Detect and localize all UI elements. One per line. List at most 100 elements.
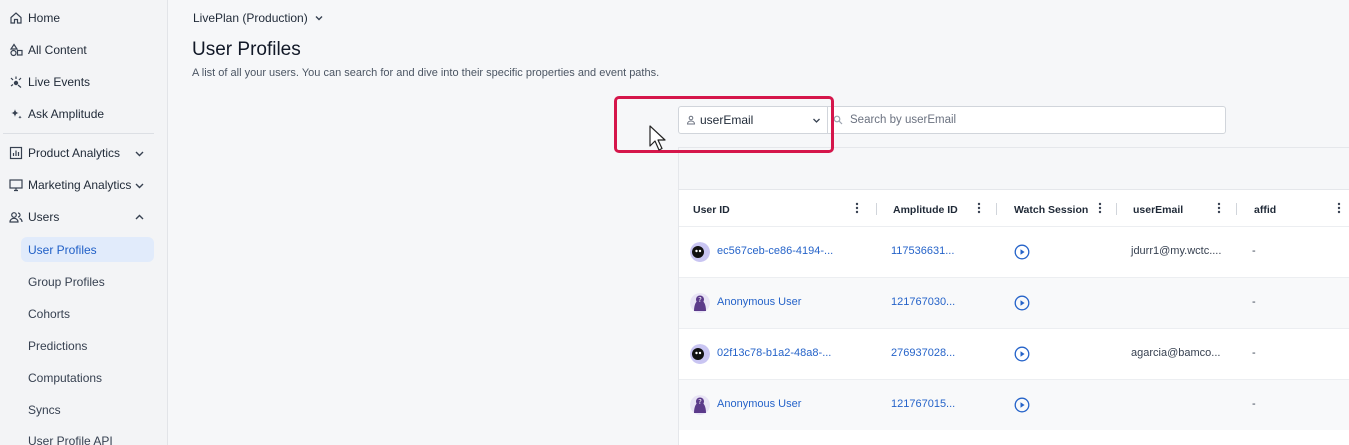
sidebar-item-label: Syncs <box>28 403 61 417</box>
column-header-useremail[interactable]: userEmail <box>1117 190 1237 226</box>
home-icon <box>10 12 22 24</box>
sidebar-item-label: User Profiles <box>28 243 97 257</box>
sidebar: Home All Content Live Events Ask Amplitu… <box>0 0 168 445</box>
chevron-up-icon <box>135 214 144 220</box>
sidebar-item-label: Cohorts <box>28 307 71 321</box>
user-email-cell: agarcia@bamco... <box>1131 347 1221 359</box>
table-row[interactable]: ? Anonymous User 121767015... - <box>679 379 1349 430</box>
shapes-icon <box>9 43 23 57</box>
main-content: LivePlan (Production) User Profiles A li… <box>168 0 1349 445</box>
anonymous-avatar-icon: ? <box>690 293 710 313</box>
sidebar-section-label: Product Analytics <box>28 146 121 160</box>
column-header-label: User ID <box>693 204 730 216</box>
sparkle-icon <box>11 109 22 119</box>
sidebar-item-label: Computations <box>28 371 103 385</box>
affid-cell: - <box>1252 245 1256 257</box>
sidebar-item-user-profile-api[interactable]: User Profile API <box>21 428 154 445</box>
column-header-user-id[interactable]: User ID <box>679 190 877 226</box>
svg-text:?: ? <box>698 398 702 406</box>
user-id-link[interactable]: 02f13c78-b1a2-48a8-... <box>717 347 831 359</box>
sidebar-section-label: Users <box>28 210 60 224</box>
sidebar-item-computations[interactable]: Computations <box>21 365 154 390</box>
page-title: User Profiles <box>192 39 301 60</box>
search-icon <box>833 115 843 125</box>
sidebar-item-ask-amplitude[interactable]: Ask Amplitude <box>0 102 168 126</box>
chevron-down-icon <box>315 16 323 21</box>
sidebar-item-live-events[interactable]: Live Events <box>0 70 168 94</box>
affid-cell: - <box>1252 398 1256 410</box>
property-dropdown[interactable]: userEmail <box>679 107 828 133</box>
amplitude-id-link[interactable]: 121767030... <box>891 296 955 308</box>
user-id-link[interactable]: Anonymous User <box>717 296 801 308</box>
column-header-label: affid <box>1254 204 1277 216</box>
column-header-label: Watch Session <box>1014 204 1089 216</box>
table-row[interactable]: 02f13c78-b1a2-48a8-... 276937028... agar… <box>679 328 1349 379</box>
column-header-label: Amplitude ID <box>893 204 958 216</box>
table-row[interactable]: ec567ceb-ce86-4194-... 117536631... jdur… <box>679 226 1349 277</box>
user-icon <box>686 115 696 125</box>
sidebar-item-syncs[interactable]: Syncs <box>21 397 154 422</box>
column-header-affid[interactable]: affid <box>1237 190 1349 226</box>
more-vertical-icon[interactable] <box>1337 202 1341 214</box>
user-avatar-icon <box>690 242 710 262</box>
more-vertical-icon[interactable] <box>1098 202 1102 214</box>
anonymous-avatar-icon: ? <box>690 395 710 415</box>
table-header: User ID Amplitude ID Watch Session userE… <box>679 190 1349 226</box>
user-email-cell: jdurr1@my.wctc.... <box>1131 245 1222 257</box>
sidebar-item-label: Group Profiles <box>28 275 105 289</box>
sidebar-section-label: Marketing Analytics <box>28 178 132 192</box>
page-subtitle: A list of all your users. You can search… <box>192 67 660 79</box>
user-id-link[interactable]: Anonymous User <box>717 398 801 410</box>
affid-cell: - <box>1252 296 1256 308</box>
sidebar-item-label: Predictions <box>28 339 88 353</box>
live-events-icon <box>10 76 22 88</box>
users-table-panel: User ID Amplitude ID Watch Session userE… <box>678 147 1349 445</box>
search-bar: userEmail <box>678 106 1226 134</box>
project-name: LivePlan (Production) <box>193 11 308 25</box>
more-vertical-icon[interactable] <box>1217 202 1221 214</box>
project-selector[interactable]: LivePlan (Production) <box>193 11 324 25</box>
sidebar-item-group-profiles[interactable]: Group Profiles <box>21 269 154 294</box>
monitor-icon <box>9 179 23 192</box>
app-window: Home All Content Live Events Ask Amplitu… <box>0 0 1349 445</box>
play-session-icon[interactable] <box>1014 244 1030 260</box>
sidebar-section-product-analytics[interactable]: Product Analytics <box>0 141 168 165</box>
table-toolbar <box>679 148 1349 190</box>
sidebar-item-label: Ask Amplitude <box>28 107 105 121</box>
amplitude-id-link[interactable]: 276937028... <box>891 347 955 359</box>
amplitude-id-link[interactable]: 121767015... <box>891 398 955 410</box>
sidebar-item-cohorts[interactable]: Cohorts <box>21 301 154 326</box>
user-id-link[interactable]: ec567ceb-ce86-4194-... <box>717 245 833 257</box>
more-vertical-icon[interactable] <box>977 202 981 214</box>
sidebar-item-label: User Profile API <box>28 434 113 445</box>
affid-cell: - <box>1252 347 1256 359</box>
play-session-icon[interactable] <box>1014 346 1030 362</box>
column-header-amplitude-id[interactable]: Amplitude ID <box>877 190 997 226</box>
svg-text:?: ? <box>698 296 702 304</box>
sidebar-item-predictions[interactable]: Predictions <box>21 333 154 358</box>
chevron-down-icon <box>135 151 144 157</box>
column-header-watch-session[interactable]: Watch Session <box>997 190 1117 226</box>
sidebar-section-marketing-analytics[interactable]: Marketing Analytics <box>0 173 168 197</box>
chevron-down-icon <box>813 118 820 123</box>
sidebar-divider <box>3 133 154 134</box>
play-session-icon[interactable] <box>1014 295 1030 311</box>
sidebar-item-home[interactable]: Home <box>0 6 168 30</box>
property-dropdown-value: userEmail <box>700 113 754 127</box>
sidebar-section-users[interactable]: Users <box>0 205 168 229</box>
sidebar-item-label: Live Events <box>28 75 91 89</box>
users-icon <box>9 212 23 223</box>
column-header-label: userEmail <box>1133 204 1184 216</box>
more-vertical-icon[interactable] <box>855 202 859 214</box>
search-input[interactable] <box>850 108 1220 132</box>
sidebar-item-all-content[interactable]: All Content <box>0 38 168 62</box>
play-session-icon[interactable] <box>1014 397 1030 413</box>
chart-icon <box>9 146 23 160</box>
user-avatar-icon <box>690 344 710 364</box>
sidebar-item-user-profiles[interactable]: User Profiles <box>21 237 154 262</box>
chevron-down-icon <box>135 183 144 189</box>
table-row[interactable]: ? Anonymous User 121767030... - <box>679 277 1349 328</box>
amplitude-id-link[interactable]: 117536631... <box>891 245 954 257</box>
sidebar-item-label: All Content <box>28 43 87 57</box>
sidebar-item-label: Home <box>28 11 61 25</box>
